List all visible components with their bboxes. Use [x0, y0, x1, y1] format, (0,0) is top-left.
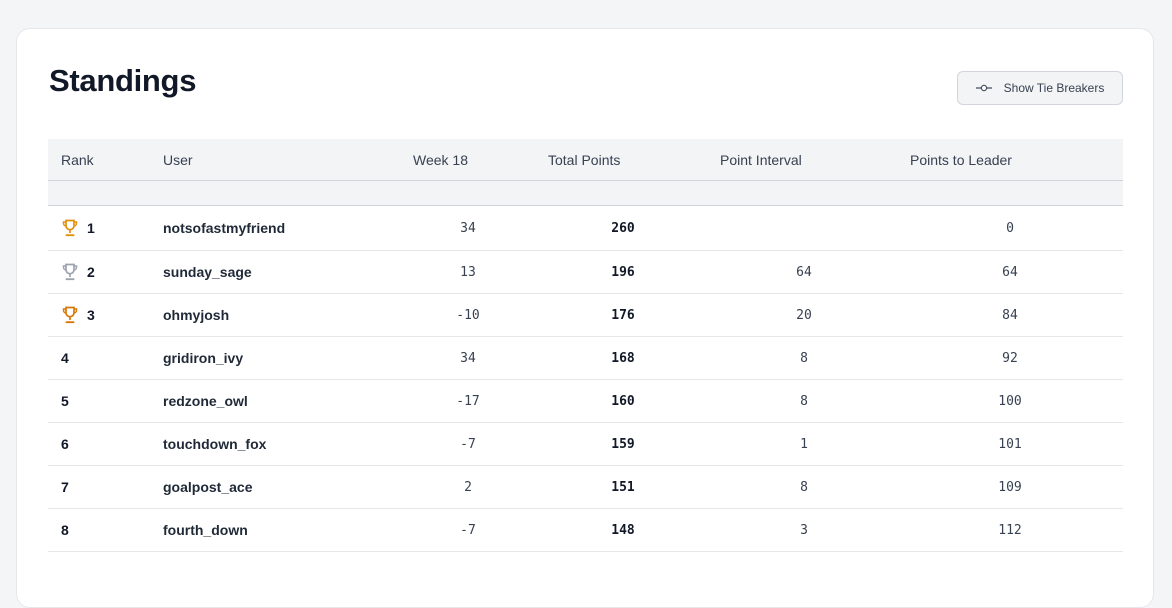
rank-value: 7 — [61, 479, 69, 495]
point-interval: 8 — [800, 350, 808, 366]
user-name[interactable]: gridiron_ivy — [163, 337, 243, 379]
user-name[interactable]: goalpost_ace — [163, 466, 252, 508]
rank-cell: 4 — [61, 337, 69, 379]
point-interval: 1 — [800, 436, 808, 452]
rank-cell: 5 — [61, 380, 69, 422]
week-points: 34 — [460, 350, 476, 366]
total-points: 148 — [611, 522, 635, 538]
rank-value: 2 — [87, 264, 95, 280]
table-row[interactable]: 3 ohmyjosh -10 176 20 84 — [48, 294, 1123, 337]
rank-cell: 6 — [61, 423, 69, 465]
standings-table: Rank User Week 18 Total Points Point Int… — [48, 139, 1123, 552]
table-subheader — [48, 181, 1123, 206]
header-rank[interactable]: Rank — [61, 139, 94, 180]
point-interval: 8 — [800, 479, 808, 495]
table-body: 1 notsofastmyfriend 34 260 0 2 sunday_sage 13 19… — [48, 206, 1123, 552]
total-points: 260 — [611, 220, 635, 236]
week-points: -10 — [456, 307, 480, 323]
rank-cell: 3 — [61, 294, 95, 336]
user-name[interactable]: ohmyjosh — [163, 294, 229, 336]
table-row[interactable]: 7 goalpost_ace 2 151 8 109 — [48, 466, 1123, 509]
rank-cell: 1 — [61, 206, 95, 250]
table-row[interactable]: 8 fourth_down -7 148 3 112 — [48, 509, 1123, 552]
show-tie-breakers-button[interactable]: Show Tie Breakers — [957, 71, 1123, 105]
rank-value: 4 — [61, 350, 69, 366]
total-points: 159 — [611, 436, 635, 452]
header-total-points[interactable]: Total Points — [548, 139, 620, 180]
week-points: -17 — [456, 393, 480, 409]
total-points: 160 — [611, 393, 635, 409]
table-row[interactable]: 2 sunday_sage 13 196 64 64 — [48, 251, 1123, 294]
trophy-icon — [61, 306, 79, 324]
week-points: 2 — [464, 479, 472, 495]
rank-value: 8 — [61, 522, 69, 538]
week-points: 13 — [460, 264, 476, 280]
rank-cell: 8 — [61, 509, 69, 551]
point-interval: 3 — [800, 522, 808, 538]
table-row[interactable]: 6 touchdown_fox -7 159 1 101 — [48, 423, 1123, 466]
user-name[interactable]: redzone_owl — [163, 380, 248, 422]
rank-value: 1 — [87, 220, 95, 236]
week-points: -7 — [460, 522, 476, 538]
total-points: 168 — [611, 350, 635, 366]
point-interval — [764, 206, 844, 250]
trophy-icon — [61, 263, 79, 281]
standings-card: Standings Show Tie Breakers Rank User We… — [16, 28, 1154, 608]
points-to-leader: 84 — [1002, 307, 1018, 323]
week-points: 34 — [460, 220, 476, 236]
points-to-leader: 0 — [1006, 220, 1014, 236]
header-week[interactable]: Week 18 — [413, 139, 468, 180]
table-row[interactable]: 5 redzone_owl -17 160 8 100 — [48, 380, 1123, 423]
points-to-leader: 100 — [998, 393, 1022, 409]
page-title: Standings — [49, 63, 197, 98]
show-tie-breakers-label: Show Tie Breakers — [1003, 81, 1105, 95]
table-row[interactable]: 1 notsofastmyfriend 34 260 0 — [48, 206, 1123, 251]
points-to-leader: 101 — [998, 436, 1022, 452]
user-name[interactable]: notsofastmyfriend — [163, 206, 285, 250]
total-points: 196 — [611, 264, 635, 280]
user-name[interactable]: touchdown_fox — [163, 423, 266, 465]
point-interval: 64 — [796, 264, 812, 280]
rank-value: 3 — [87, 307, 95, 323]
rank-cell: 2 — [61, 251, 95, 293]
points-to-leader: 92 — [1002, 350, 1018, 366]
trophy-icon — [61, 219, 79, 237]
point-interval: 8 — [800, 393, 808, 409]
commit-icon — [975, 82, 992, 94]
points-to-leader: 109 — [998, 479, 1022, 495]
user-name[interactable]: fourth_down — [163, 509, 248, 551]
total-points: 151 — [611, 479, 635, 495]
rank-value: 5 — [61, 393, 69, 409]
point-interval: 20 — [796, 307, 812, 323]
week-points: -7 — [460, 436, 476, 452]
points-to-leader: 64 — [1002, 264, 1018, 280]
total-points: 176 — [611, 307, 635, 323]
header-points-to-leader[interactable]: Points to Leader — [910, 139, 1012, 180]
user-name[interactable]: sunday_sage — [163, 251, 252, 293]
header-point-interval[interactable]: Point Interval — [720, 139, 802, 180]
table-row[interactable]: 4 gridiron_ivy 34 168 8 92 — [48, 337, 1123, 380]
points-to-leader: 112 — [998, 522, 1022, 538]
table-header: Rank User Week 18 Total Points Point Int… — [48, 139, 1123, 181]
rank-value: 6 — [61, 436, 69, 452]
rank-cell: 7 — [61, 466, 69, 508]
header-user[interactable]: User — [163, 139, 193, 180]
